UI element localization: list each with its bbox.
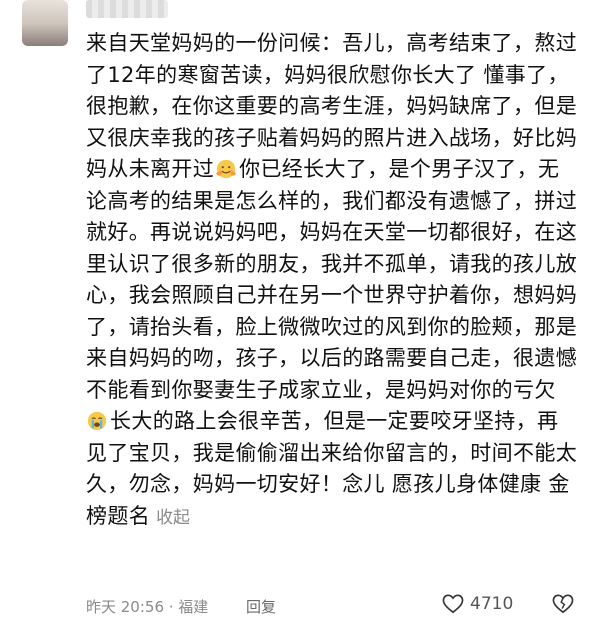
like-button[interactable]: 4710 <box>442 594 513 614</box>
comment-text: 你已经长大了，是个男子汉了，无 <box>239 157 560 181</box>
comment-line: 久，勿念，妈妈一切安好！念儿 愿孩儿身体健康 金 <box>86 472 570 496</box>
comment-line: 见了宝贝，我是偷偷溜出来给你留言的，时间不能太 <box>86 440 578 465</box>
heart-icon <box>442 594 464 614</box>
comment-line: 了，请抬头看，脸上微微吹过的风到你的脸颊，那是 <box>86 314 578 339</box>
comment-line: 来自妈妈的吻，孩子，以后的路需要自己走，很遗憾 <box>86 346 578 370</box>
comment-line: 了12年的寒窗苦读，妈妈很欣慰你长大了 懂事了， <box>86 62 569 87</box>
like-count: 4710 <box>470 594 514 614</box>
comment-line: 就好。再说说妈妈吧，妈妈在天堂一切都很好，在这 <box>86 220 578 244</box>
comment-footer: 昨天 20:56 · 福建 回复 4710 <box>86 594 580 618</box>
crying-emoji-icon <box>87 411 107 431</box>
comment-body: 来自天堂妈妈的一份问候：吾儿，高考结束了，熬过 了12年的寒窗苦读，妈妈很欣慰你… <box>86 28 580 532</box>
comment-line: 又很庆幸我的孩子贴着妈妈的照片进入战场，好比妈 <box>86 125 578 150</box>
broken-heart-icon <box>552 594 574 614</box>
comment-line: 里认识了很多新的朋友，我并不孤单，请我的孩儿放 <box>86 251 578 276</box>
dislike-button[interactable] <box>552 594 574 618</box>
comment-line: 心，我会照顾自己并在另一个世界守护着你，想妈妈 <box>86 283 578 307</box>
comment-text: 榜题名 <box>86 503 151 528</box>
hug-emoji-icon <box>216 159 236 179</box>
comment-line: 论高考的结果是怎么样的，我们都没有遗憾了，拼过 <box>86 188 578 213</box>
username-blurred[interactable] <box>86 0 168 18</box>
comment-text: 长大的路上会很辛苦，但是一定要咬牙坚持，再 <box>110 409 559 433</box>
comment-line: 长大的路上会很辛苦，但是一定要咬牙坚持，再 <box>86 406 580 438</box>
collapse-link[interactable]: 收起 <box>156 508 190 528</box>
comment-meta: 昨天 20:56 · 福建 <box>86 598 209 616</box>
avatar[interactable] <box>22 0 68 46</box>
comment-text: 妈从未离开过 <box>86 157 215 181</box>
comment-line: 榜题名 收起 <box>86 501 580 533</box>
reply-button[interactable]: 回复 <box>246 596 276 617</box>
comment-line: 来自天堂妈妈的一份问候：吾儿，高考结束了，熬过 <box>86 31 578 55</box>
comment-line: 很抱歉，在你这重要的高考生涯，妈妈缺席了，但是 <box>86 94 578 118</box>
comment-line: 妈从未离开过 你已经长大了，是个男子汉了，无 <box>86 154 580 186</box>
comment-line: 不能看到你娶妻生子成家立业，是妈妈对你的亏欠 <box>86 377 556 402</box>
